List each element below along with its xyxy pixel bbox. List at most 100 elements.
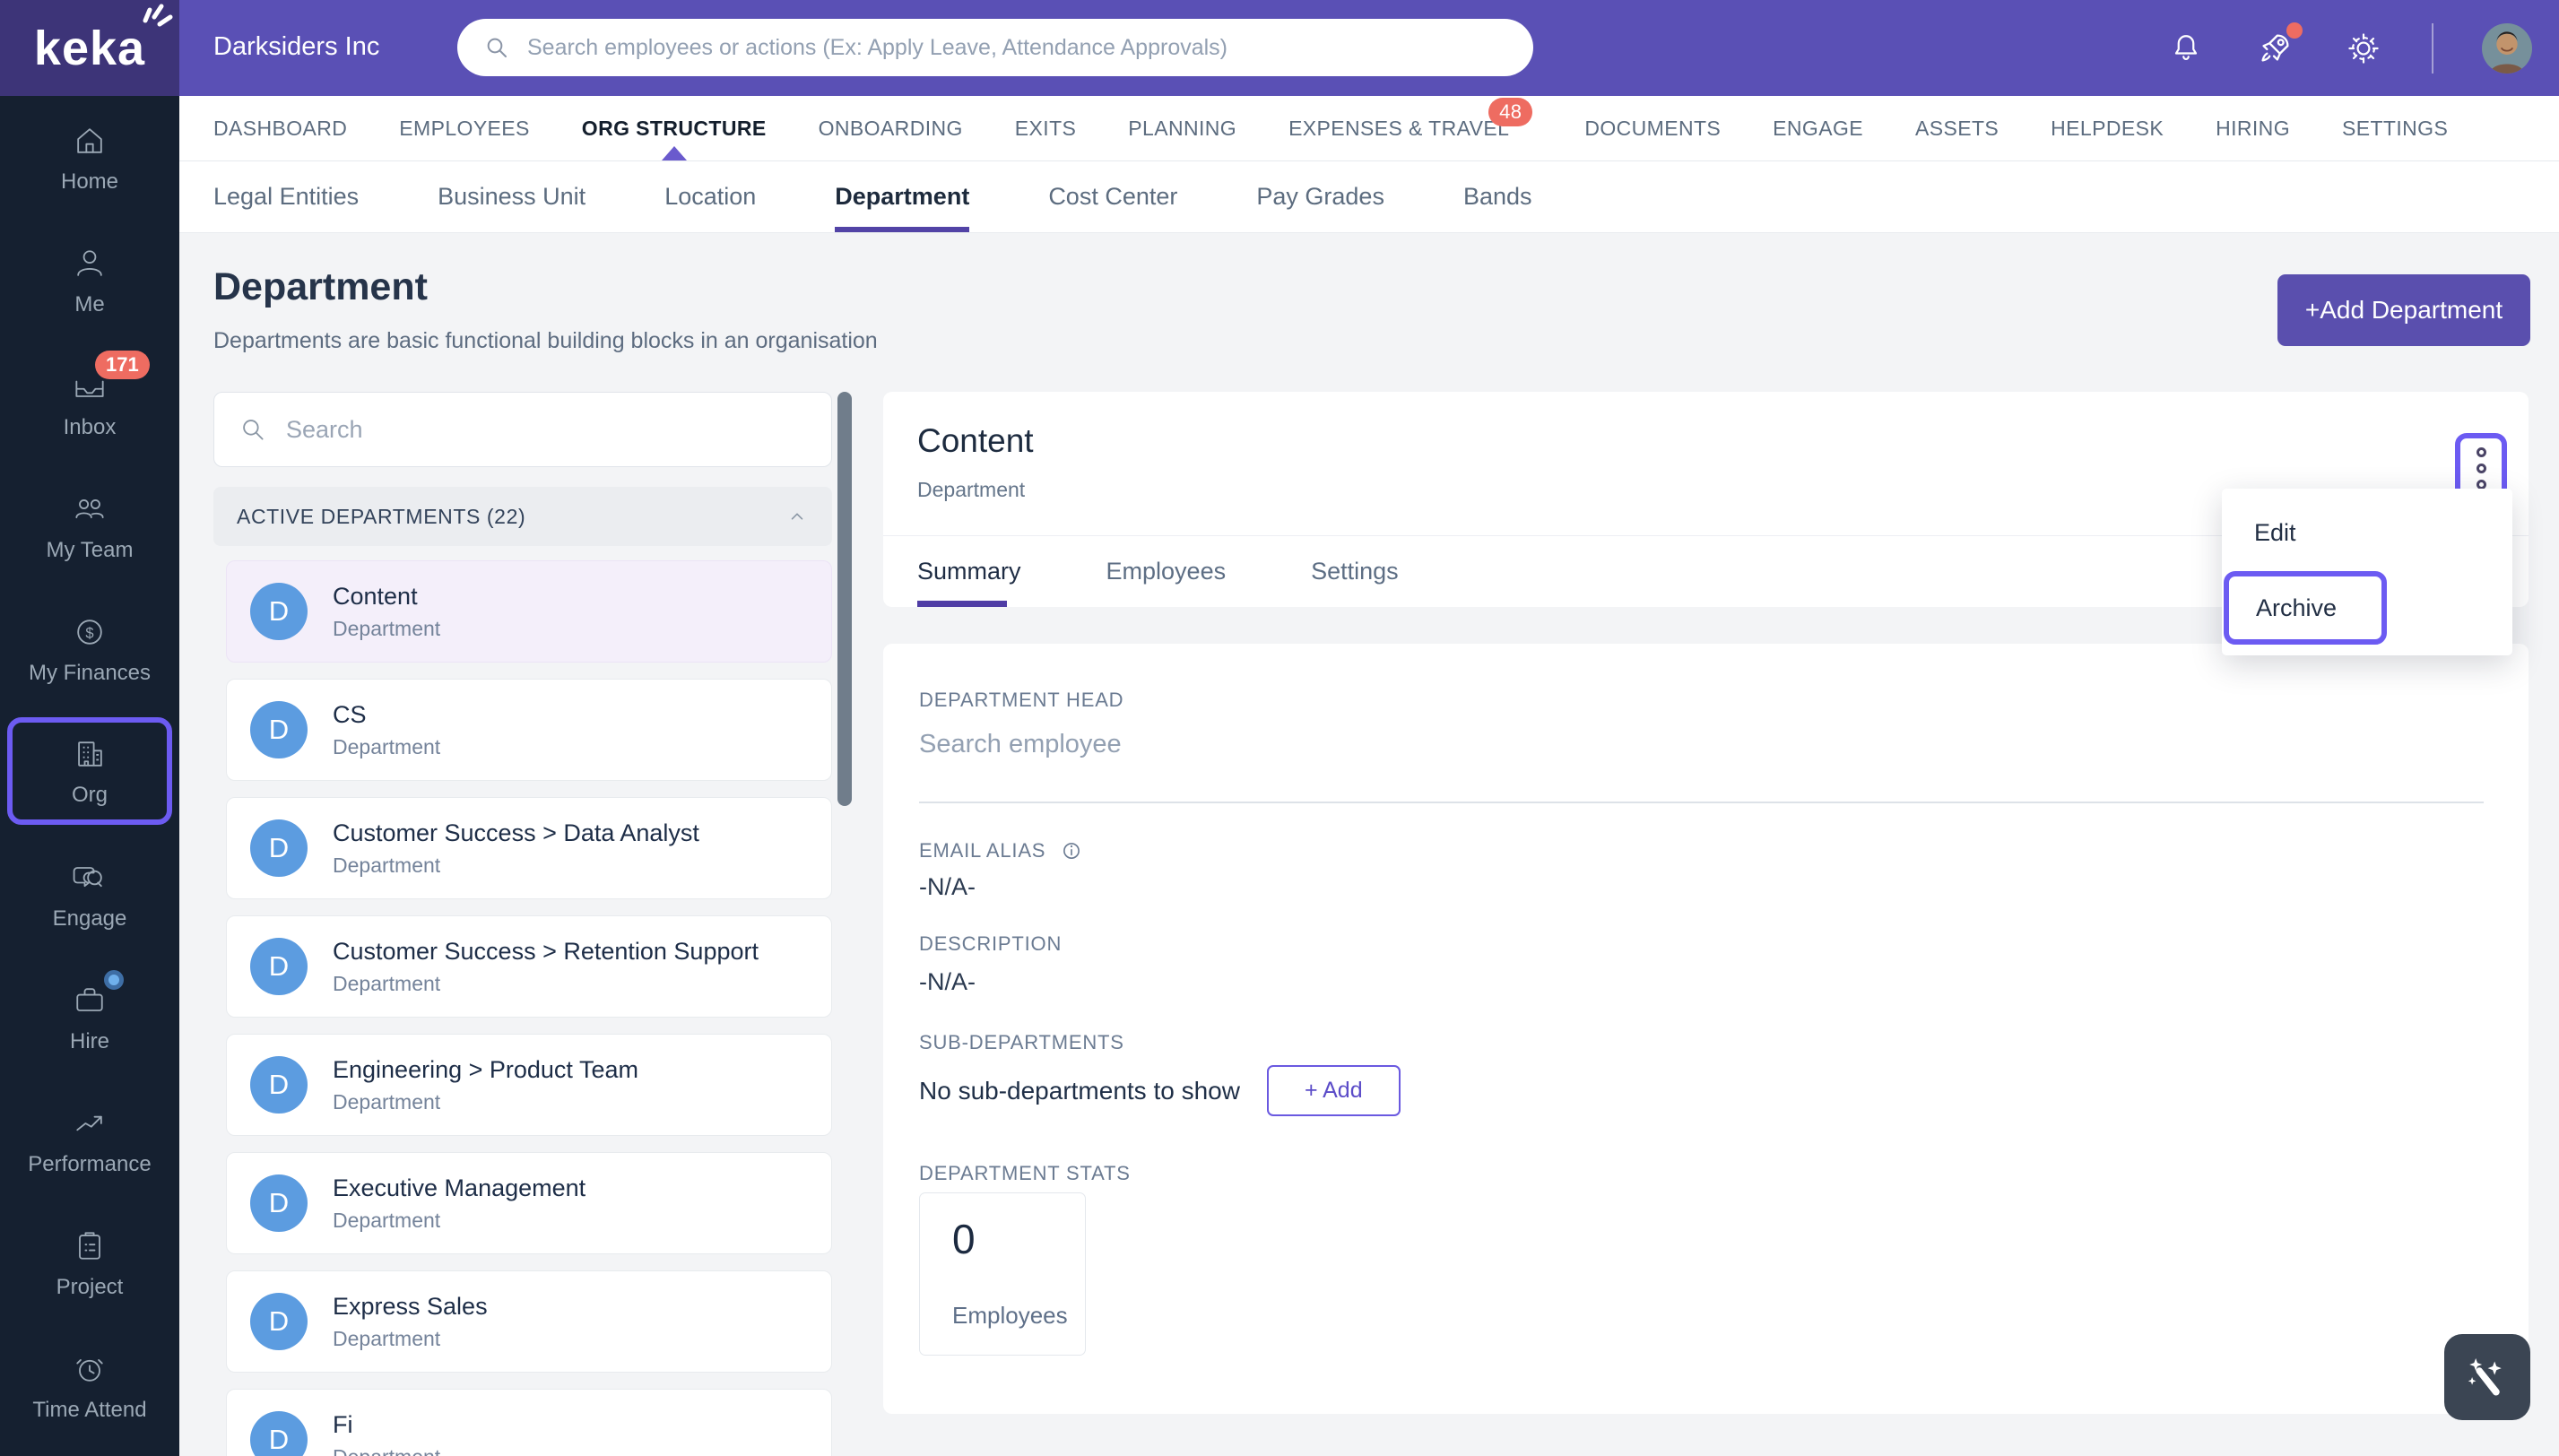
department-head-search-input[interactable] <box>919 730 2475 759</box>
department-item-cs[interactable]: D CS Department <box>226 679 832 781</box>
person-icon <box>70 244 109 283</box>
nav-employees[interactable]: EMPLOYEES <box>399 96 530 160</box>
nav-dashboard[interactable]: DASHBOARD <box>213 96 347 160</box>
sidebar-item-label: Org <box>71 783 108 807</box>
tab-department[interactable]: Department <box>835 161 970 232</box>
sidebar-item-org[interactable]: Org <box>7 717 172 825</box>
chat-icon <box>70 858 109 897</box>
sidebar-item-label: Me <box>74 291 105 316</box>
department-item-cs-data-analyst[interactable]: D Customer Success > Data Analyst Depart… <box>226 797 832 899</box>
sidebar-item-label: Inbox <box>63 414 117 439</box>
department-item-content[interactable]: D Content Department <box>226 560 832 663</box>
department-item-executive-management[interactable]: D Executive Management Department <box>226 1152 832 1254</box>
department-list: D Content Department D CS Department D C… <box>226 560 832 1456</box>
tab-location[interactable]: Location <box>664 161 756 232</box>
department-avatar: D <box>250 1293 308 1350</box>
page-subtitle: Departments are basic functional buildin… <box>213 328 878 353</box>
alarm-clock-icon <box>70 1349 109 1389</box>
tab-pay-grades[interactable]: Pay Grades <box>1256 161 1384 232</box>
department-avatar: D <box>250 701 308 758</box>
bell-icon[interactable] <box>2166 29 2206 68</box>
search-icon <box>243 420 264 440</box>
kebab-dot <box>2476 446 2486 457</box>
tab-legal-entities[interactable]: Legal Entities <box>213 161 359 232</box>
department-type: Department <box>333 1089 441 1114</box>
list-scrollbar[interactable] <box>837 392 852 806</box>
nav-exits[interactable]: EXITS <box>1015 96 1076 160</box>
nav-helpdesk[interactable]: HELPDESK <box>2051 96 2164 160</box>
detail-department-type: Department <box>917 478 1026 501</box>
inbox-icon: 171 <box>70 350 150 406</box>
add-department-button[interactable]: +Add Department <box>2277 274 2530 346</box>
tab-business-unit[interactable]: Business Unit <box>438 161 586 232</box>
global-search[interactable] <box>457 19 1533 76</box>
main-nav: DASHBOARD EMPLOYEES ORG STRUCTURE ONBOAR… <box>179 96 2559 161</box>
nav-hiring[interactable]: HIRING <box>2216 96 2290 160</box>
menu-item-edit[interactable]: Edit <box>2222 505 2512 560</box>
nav-settings[interactable]: SETTINGS <box>2342 96 2448 160</box>
sidebar-item-time-attend[interactable]: Time Attend <box>0 1324 179 1447</box>
sidebar-item-label: Home <box>60 169 119 194</box>
sidebar-item-engage[interactable]: Engage <box>0 833 179 956</box>
tab-settings[interactable]: Settings <box>1311 535 1399 607</box>
department-avatar: D <box>250 819 308 877</box>
keka-logo-text: keka <box>33 21 146 75</box>
email-alias-value: -N/A- <box>919 873 976 900</box>
department-item-cs-retention[interactable]: D Customer Success > Retention Support D… <box>226 915 832 1018</box>
gear-icon[interactable] <box>2344 29 2383 68</box>
department-item-express-sales[interactable]: D Express Sales Department <box>226 1270 832 1373</box>
department-name: Customer Success > Retention Support <box>333 937 759 965</box>
menu-item-archive[interactable]: Archive <box>2256 580 2337 636</box>
sub-departments-empty-text: No sub-departments to show <box>919 1076 1240 1105</box>
department-item-engineering-product[interactable]: D Engineering > Product Team Department <box>226 1034 832 1136</box>
department-item-partial[interactable]: D Fi Department <box>226 1389 832 1456</box>
department-avatar: D <box>250 1411 308 1456</box>
global-search-input[interactable] <box>527 34 1508 61</box>
kebab-dot <box>2476 479 2486 490</box>
department-avatar: D <box>250 583 308 640</box>
svg-text:$: $ <box>85 625 93 641</box>
department-type: Department <box>333 853 441 877</box>
sidebar-item-my-finances[interactable]: $ My Finances <box>0 587 179 710</box>
sidebar-item-label: Project <box>56 1274 124 1299</box>
sidebar-item-label: Performance <box>28 1151 152 1176</box>
tab-employees[interactable]: Employees <box>1106 535 1227 607</box>
sidebar-item-inbox[interactable]: 171 Inbox <box>0 342 179 464</box>
nav-expenses-travel[interactable]: EXPENSES & TRAVEL 48 <box>1288 96 1533 160</box>
info-icon[interactable] <box>1058 837 1085 864</box>
kebab-dot <box>2476 463 2486 473</box>
tab-cost-center[interactable]: Cost Center <box>1048 161 1177 232</box>
sidebar-item-me[interactable]: Me <box>0 219 179 342</box>
department-summary-card: DEPARTMENT HEAD EMAIL ALIAS -N/A- DESCRI… <box>883 644 2529 1414</box>
department-name: Express Sales <box>333 1292 488 1320</box>
people-icon <box>70 490 109 529</box>
sidebar-item-project[interactable]: Project <box>0 1201 179 1324</box>
active-departments-header[interactable]: ACTIVE DEPARTMENTS (22) <box>213 487 832 546</box>
tab-bands[interactable]: Bands <box>1463 161 1532 232</box>
department-search-input[interactable] <box>286 415 808 444</box>
email-alias-text: EMAIL ALIAS <box>919 839 1046 862</box>
magic-wand-button[interactable] <box>2444 1334 2530 1420</box>
tab-summary[interactable]: Summary <box>917 535 1021 607</box>
department-actions-menu: Edit Archive <box>2222 489 2512 655</box>
department-search[interactable] <box>213 392 832 467</box>
sidebar-item-hire[interactable]: Hire <box>0 956 179 1079</box>
user-avatar[interactable] <box>2482 22 2532 74</box>
description-label: DESCRIPTION <box>919 932 1063 955</box>
company-name: Darksiders Inc <box>213 32 380 61</box>
nav-planning[interactable]: PLANNING <box>1128 96 1236 160</box>
nav-onboarding[interactable]: ONBOARDING <box>819 96 963 160</box>
sidebar-item-home[interactable]: Home <box>0 96 179 219</box>
add-sub-department-button[interactable]: + Add <box>1266 1065 1401 1116</box>
nav-assets[interactable]: ASSETS <box>1915 96 1999 160</box>
archive-highlight-box: Archive <box>2224 571 2387 645</box>
nav-documents[interactable]: DOCUMENTS <box>1584 96 1721 160</box>
sidebar-item-performance[interactable]: Performance <box>0 1079 179 1201</box>
nav-engage[interactable]: ENGAGE <box>1773 96 1863 160</box>
department-type: Department <box>333 616 441 640</box>
nav-org-structure[interactable]: ORG STRUCTURE <box>582 96 767 160</box>
keka-logo[interactable]: keka <box>0 0 179 96</box>
sidebar-item-my-team[interactable]: My Team <box>0 464 179 587</box>
department-name: CS <box>333 700 367 728</box>
rocket-icon[interactable] <box>2254 22 2303 69</box>
